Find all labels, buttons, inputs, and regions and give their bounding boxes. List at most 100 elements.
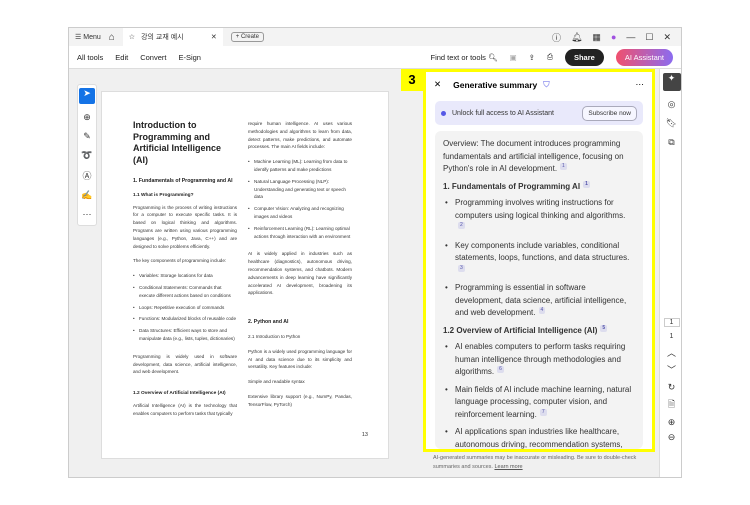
text-select-icon[interactable]: Ⓐ xyxy=(82,169,91,182)
tab-title: 강의 교재 예시 xyxy=(141,34,184,41)
more-options-icon[interactable]: ⋯ xyxy=(636,79,645,90)
components-list: Variables: Storage locations for data Co… xyxy=(133,272,237,343)
minimize-button[interactable]: — xyxy=(626,32,635,42)
overview: Overview: The document introduces progra… xyxy=(443,138,635,176)
ai-assistant-button[interactable]: AI Assistant xyxy=(615,48,673,66)
right-rail: ✦ ◎ 🔖︎ ⧉ 1 1 ︿ ﹀ ↻ 🗎 ⊕ ⊖ xyxy=(659,69,681,477)
citation[interactable]: 7 xyxy=(539,408,547,416)
subsection-heading: 1.2 Overview of Artificial Intelligence … xyxy=(133,391,226,397)
citation[interactable]: 4 xyxy=(538,307,546,314)
summary-item: Key components include variables, condit… xyxy=(443,240,635,278)
zoom-out-icon[interactable]: ⊖ xyxy=(668,432,676,443)
paragraph: Programming is widely used in software d… xyxy=(133,353,237,375)
document-title: Introduction to Programming and Artifici… xyxy=(133,120,222,165)
pen-icon[interactable]: ✎ xyxy=(83,131,91,142)
item-text: AI applications span industries like hea… xyxy=(455,427,623,449)
status-dot xyxy=(441,110,446,116)
page-total: 1 xyxy=(669,333,674,340)
list-item: Variables: Storage locations for data xyxy=(133,272,237,280)
avatar[interactable]: ● xyxy=(611,32,616,42)
learn-more-link[interactable]: Learn more xyxy=(494,464,522,470)
help-icon[interactable]: ⓘ xyxy=(552,31,561,44)
more-tools-icon[interactable]: ⋯ xyxy=(83,209,92,220)
left-tool-rail: ➤ ⊕ ✎ ➰ Ⓐ ✍ ⋯ xyxy=(77,84,97,226)
list-item: Data Structures: Efficient ways to store… xyxy=(133,327,237,343)
subscribe-button[interactable]: Subscribe now xyxy=(582,105,637,121)
list-item: Machine Learning (ML): Learning from dat… xyxy=(248,158,352,174)
ai-summary-icon[interactable]: ✦ xyxy=(662,73,681,91)
page-number-input[interactable]: 1 xyxy=(663,318,680,327)
menu-button[interactable]: ☰ Menu xyxy=(75,33,101,41)
section-heading: 1. Fundamentals of Programming and AI xyxy=(133,178,233,184)
citation[interactable]: 2 xyxy=(458,222,465,229)
apps-grid-icon[interactable]: ▦ xyxy=(592,32,601,43)
add-comment-icon[interactable]: ⊕ xyxy=(83,112,91,123)
upload-icon[interactable]: ⇪ xyxy=(529,53,535,62)
next-page-icon[interactable]: ﹀ xyxy=(667,363,676,376)
document-tab[interactable]: ☆ 강의 교재 예시 ✕ xyxy=(122,28,223,46)
citation[interactable]: 3 xyxy=(458,264,465,272)
summary-item: AI applications span industries like hea… xyxy=(443,426,635,449)
home-icon[interactable]: ⌂ xyxy=(109,32,115,43)
find-tools-button[interactable]: Find text or tools 🔍︎ xyxy=(430,53,497,62)
esign-menu[interactable]: E-Sign xyxy=(178,53,201,62)
rotate-icon[interactable]: ↻ xyxy=(668,382,676,393)
item-text: Programming involves writing instruction… xyxy=(455,198,626,220)
bell-icon[interactable]: 🔔︎ xyxy=(571,32,582,43)
bookmark-icon[interactable]: 🔖︎ xyxy=(666,118,677,129)
paragraph: AI is widely applied in industries such … xyxy=(248,251,352,296)
convert-menu[interactable]: Convert xyxy=(140,53,166,62)
summary-item: Programming involves writing instruction… xyxy=(443,197,635,235)
citation[interactable]: 1 xyxy=(583,180,590,188)
star-icon[interactable]: ☆ xyxy=(129,33,135,41)
citation[interactable]: 6 xyxy=(497,366,504,373)
create-label: Create xyxy=(240,34,259,40)
title-bar: ☰ Menu ⌂ ☆ 강의 교재 예시 ✕ + Create ⓘ 🔔︎ ▦ ● — ☐ ✕ xyxy=(69,28,681,46)
close-panel-icon[interactable]: ✕ xyxy=(434,79,441,90)
search-icon: 🔍︎ xyxy=(488,52,498,62)
paragraph: Python is a widely used programming lang… xyxy=(248,348,352,370)
summary-item: Main fields of AI include machine learni… xyxy=(443,384,635,422)
edit-menu[interactable]: Edit xyxy=(115,53,128,62)
overview-text: Overview: The document introduces progra… xyxy=(443,139,624,173)
list-item: Natural Language Processing (NLP): Under… xyxy=(248,178,352,201)
save-icon[interactable]: ▣ xyxy=(510,53,517,62)
all-tools-menu[interactable]: All tools xyxy=(77,53,103,62)
select-cursor-icon[interactable]: ➤ xyxy=(79,88,95,104)
disclaimer: AI-generated summaries may be inaccurate… xyxy=(433,454,648,472)
zoom-in-icon[interactable]: ⊕ xyxy=(668,417,676,428)
paragraph: Simple and readable syntax xyxy=(248,379,305,385)
lasso-icon[interactable]: ➰ xyxy=(81,150,92,161)
share-button[interactable]: Share xyxy=(564,48,604,66)
panel-header: ✕ Generative summary ⛉ ⋯ xyxy=(426,72,652,97)
prev-page-icon[interactable]: ︿ xyxy=(667,346,676,359)
main-toolbar: All tools Edit Convert E-Sign Find text … xyxy=(69,46,681,69)
pages-icon[interactable]: ⧉ xyxy=(668,137,674,148)
list-item: Functions: Modularized blocks of reusabl… xyxy=(133,315,237,323)
panel-title: Generative summary xyxy=(453,79,538,90)
citation[interactable]: 1 xyxy=(560,163,567,170)
citation[interactable]: 5 xyxy=(600,324,608,332)
print-icon[interactable]: ⎙ xyxy=(547,52,553,62)
paragraph: The key components of programming includ… xyxy=(133,258,227,264)
paragraph: Extensive library support (e.g., NumPy, … xyxy=(248,393,352,407)
heading-text: 1.2 Overview of Artificial Intelligence … xyxy=(443,325,598,335)
subsection-heading: 2.1 Introduction to Python xyxy=(248,333,301,339)
close-window-button[interactable]: ✕ xyxy=(663,32,671,43)
item-text: AI enables computers to perform tasks re… xyxy=(455,342,626,376)
list-item: Loops: Repetitive execution of commands xyxy=(133,304,237,312)
maximize-button[interactable]: ☐ xyxy=(645,32,653,43)
shield-icon: ⛉ xyxy=(543,79,550,89)
comments-icon[interactable]: ◎ xyxy=(668,99,676,110)
find-label: Find text or tools xyxy=(430,52,486,62)
app-window: ☰ Menu ⌂ ☆ 강의 교재 예시 ✕ + Create ⓘ 🔔︎ ▦ ● — ☐ ✕ Al… xyxy=(68,27,682,478)
close-tab-icon[interactable]: ✕ xyxy=(211,33,217,41)
disclaimer-text: AI-generated summaries may be inaccurate… xyxy=(433,455,637,470)
create-button[interactable]: + Create xyxy=(230,32,264,42)
page-settings-icon[interactable]: 🗎 xyxy=(668,397,675,413)
ai-fields-list: Machine Learning (ML): Learning from dat… xyxy=(248,158,352,240)
summary-card[interactable]: Overview: The document introduces progra… xyxy=(435,131,643,449)
sign-icon[interactable]: ✍ xyxy=(81,190,92,201)
summary-item: Programming is essential in software dev… xyxy=(443,282,635,320)
annotation-badge: 3 xyxy=(401,69,423,91)
